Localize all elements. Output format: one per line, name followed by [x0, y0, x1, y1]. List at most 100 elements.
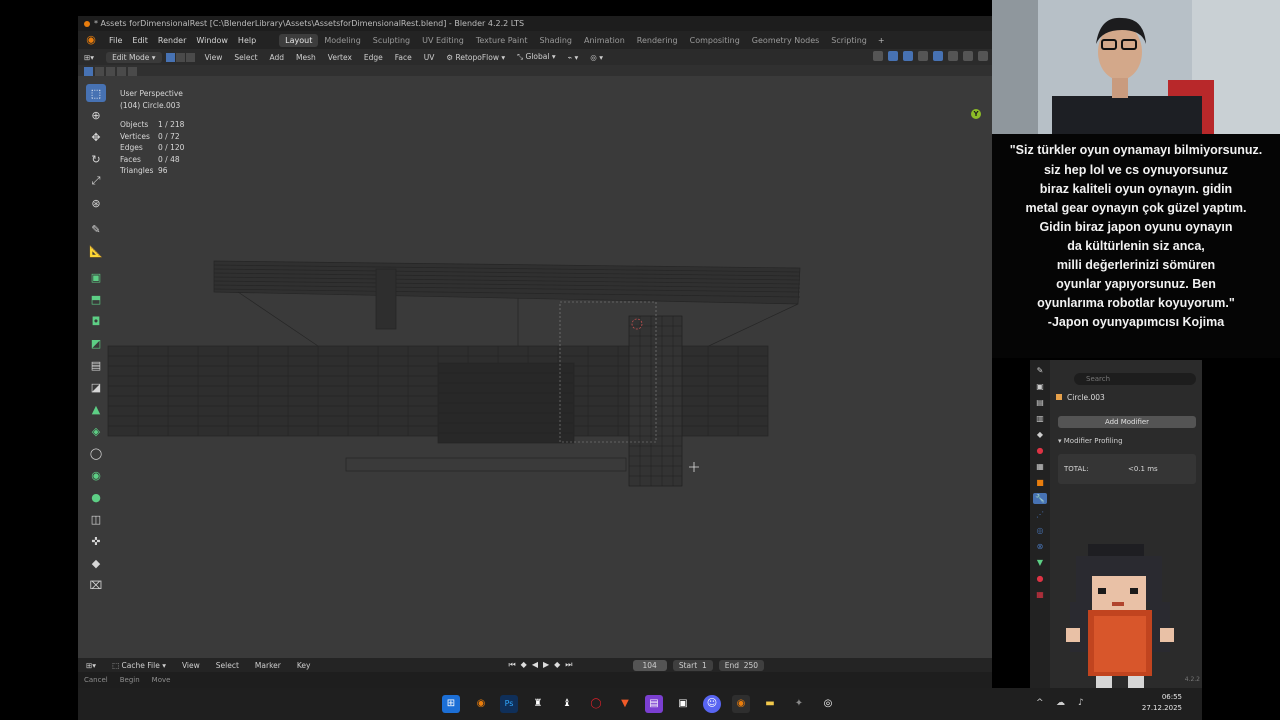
- object-tab-icon[interactable]: ■: [1033, 477, 1047, 488]
- tab-geometry-nodes[interactable]: Geometry Nodes: [746, 34, 825, 47]
- brave-taskbar-icon[interactable]: ▼: [616, 695, 634, 713]
- header-menu-edge[interactable]: Edge: [358, 53, 389, 62]
- play-reverse-icon[interactable]: ◀: [532, 660, 538, 670]
- editor-type-icon[interactable]: ⊞▾: [78, 53, 100, 62]
- rotate-tool-icon[interactable]: ↻: [86, 150, 106, 168]
- header-menu-vertex[interactable]: Vertex: [322, 53, 358, 62]
- measure-tool-icon[interactable]: 📐: [86, 242, 106, 260]
- media-taskbar-icon[interactable]: ▤: [645, 695, 663, 713]
- overlay-toggle-icon[interactable]: [903, 51, 913, 61]
- start-frame-field[interactable]: Start 1: [672, 659, 713, 671]
- smooth-tool-icon[interactable]: ◯: [86, 444, 106, 462]
- opera-taskbar-icon[interactable]: ◯: [587, 695, 605, 713]
- collection-tab-icon[interactable]: ▦: [1033, 461, 1047, 472]
- cursor-tool-icon[interactable]: ⊕: [86, 106, 106, 124]
- move-tool-icon[interactable]: ✥: [86, 128, 106, 146]
- knife-tool-icon[interactable]: ◪: [86, 378, 106, 396]
- add-workspace-button[interactable]: +: [873, 36, 890, 45]
- discord-taskbar-icon[interactable]: ☺: [703, 695, 721, 713]
- retopoflow-menu[interactable]: ⚙ RetopoFlow ▾: [440, 53, 511, 62]
- intersect-selection-icon[interactable]: [128, 67, 137, 76]
- material-shading-icon[interactable]: [963, 51, 973, 61]
- cache-file-dropdown[interactable]: ⬚ Cache File ▾: [104, 661, 174, 670]
- header-menu-select[interactable]: Select: [228, 53, 263, 62]
- annotate-tool-icon[interactable]: ✎: [86, 220, 106, 238]
- timeline-menu-marker[interactable]: Marker: [247, 661, 289, 670]
- current-frame-field[interactable]: 104: [632, 659, 667, 671]
- constraints-tab-icon[interactable]: ⊗: [1033, 541, 1047, 552]
- menu-file[interactable]: File: [104, 36, 127, 45]
- material-tab-icon[interactable]: ●: [1033, 573, 1047, 584]
- blender-logo-icon[interactable]: ◉: [84, 33, 98, 47]
- inset-tool-icon[interactable]: ◘: [86, 312, 106, 330]
- tray-network-icon[interactable]: ☁: [1056, 698, 1065, 708]
- eraser-tool-icon[interactable]: ◆: [86, 554, 106, 572]
- taskbar-clock[interactable]: 06:55 27.12.2025: [1142, 692, 1182, 714]
- jump-start-icon[interactable]: ⏮: [508, 660, 515, 670]
- loop-cut-tool-icon[interactable]: ▤: [86, 356, 106, 374]
- output-tab-icon[interactable]: ▤: [1033, 397, 1047, 408]
- photoshop-taskbar-icon[interactable]: Ps: [500, 695, 518, 713]
- scene-tab-icon[interactable]: ◆: [1033, 429, 1047, 440]
- snap-icon[interactable]: ⌁ ▾: [562, 53, 585, 62]
- menu-render[interactable]: Render: [153, 36, 191, 45]
- tab-animation[interactable]: Animation: [578, 34, 631, 47]
- blender-active-taskbar-icon[interactable]: ◉: [732, 695, 750, 713]
- add-cube-tool-icon[interactable]: ▣: [86, 268, 106, 286]
- file-explorer-taskbar-icon[interactable]: ▬: [761, 695, 779, 713]
- subtract-selection-icon[interactable]: [106, 67, 115, 76]
- timeline-menu-select[interactable]: Select: [208, 661, 247, 670]
- shrink-fatten-tool-icon[interactable]: ●: [86, 488, 106, 506]
- texture-tab-icon[interactable]: ▦: [1033, 589, 1047, 600]
- render-tab-icon[interactable]: ▣: [1033, 381, 1047, 392]
- rip-tool-icon[interactable]: ✜: [86, 532, 106, 550]
- timeline-editor-type-icon[interactable]: ⊞▾: [78, 661, 104, 670]
- spin-tool-icon[interactable]: ◈: [86, 422, 106, 440]
- solid-shading-icon[interactable]: [948, 51, 958, 61]
- modifier-tab-icon[interactable]: 🔧: [1033, 493, 1047, 504]
- obs-taskbar-icon[interactable]: ◎: [819, 695, 837, 713]
- header-menu-view[interactable]: View: [199, 53, 229, 62]
- tray-chevron-icon[interactable]: ^: [1036, 698, 1044, 708]
- edge-select-icon[interactable]: [175, 52, 185, 62]
- app-taskbar-icon[interactable]: ▣: [674, 695, 692, 713]
- next-keyframe-icon[interactable]: ◆: [554, 660, 560, 670]
- start-menu-icon[interactable]: ⊞: [442, 695, 460, 713]
- extend-selection-icon[interactable]: [95, 67, 104, 76]
- blender-taskbar-icon[interactable]: ◉: [472, 695, 490, 713]
- header-menu-mesh[interactable]: Mesh: [290, 53, 322, 62]
- world-tab-icon[interactable]: ●: [1033, 445, 1047, 456]
- tab-layout[interactable]: Layout: [279, 33, 319, 47]
- app-taskbar-icon[interactable]: ♝: [558, 695, 576, 713]
- gizmo-toggle-icon[interactable]: [888, 51, 898, 61]
- menu-window[interactable]: Window: [191, 36, 233, 45]
- data-tab-icon[interactable]: ▼: [1033, 557, 1047, 568]
- jump-end-icon[interactable]: ⏭: [565, 660, 572, 670]
- menu-edit[interactable]: Edit: [127, 36, 153, 45]
- 3d-viewport[interactable]: User Perspective (104) Circle.003 Object…: [78, 76, 992, 658]
- tab-uv-editing[interactable]: UV Editing: [416, 34, 470, 47]
- tab-scripting[interactable]: Scripting: [825, 34, 873, 47]
- new-selection-icon[interactable]: [84, 67, 93, 76]
- proportional-edit-icon[interactable]: ◎ ▾: [584, 53, 609, 62]
- physics-tab-icon[interactable]: ◎: [1033, 525, 1047, 536]
- tab-modeling[interactable]: Modeling: [318, 34, 366, 47]
- navigation-gizmo-y-axis[interactable]: Y: [971, 109, 981, 119]
- select-mode-buttons[interactable]: [165, 52, 195, 62]
- play-icon[interactable]: ▶: [543, 660, 549, 670]
- face-select-icon[interactable]: [185, 52, 195, 62]
- tab-texture-paint[interactable]: Texture Paint: [470, 34, 534, 47]
- rendered-shading-icon[interactable]: [978, 51, 988, 61]
- modifier-profiling-panel-header[interactable]: ▾ Modifier Profiling: [1058, 437, 1123, 445]
- bevel-tool-icon[interactable]: ◩: [86, 334, 106, 352]
- vertex-select-icon[interactable]: [165, 52, 175, 62]
- edge-slide-tool-icon[interactable]: ◉: [86, 466, 106, 484]
- view-layer-tab-icon[interactable]: ▥: [1033, 413, 1047, 424]
- dimension-tool-icon[interactable]: ⌧: [86, 576, 106, 594]
- properties-search-input[interactable]: Search: [1074, 373, 1196, 385]
- tool-tab-icon[interactable]: ✎: [1033, 365, 1047, 376]
- header-menu-uv[interactable]: UV: [418, 53, 441, 62]
- menu-help[interactable]: Help: [233, 36, 261, 45]
- end-frame-field[interactable]: End 250: [718, 659, 765, 671]
- prev-keyframe-icon[interactable]: ◆: [521, 660, 527, 670]
